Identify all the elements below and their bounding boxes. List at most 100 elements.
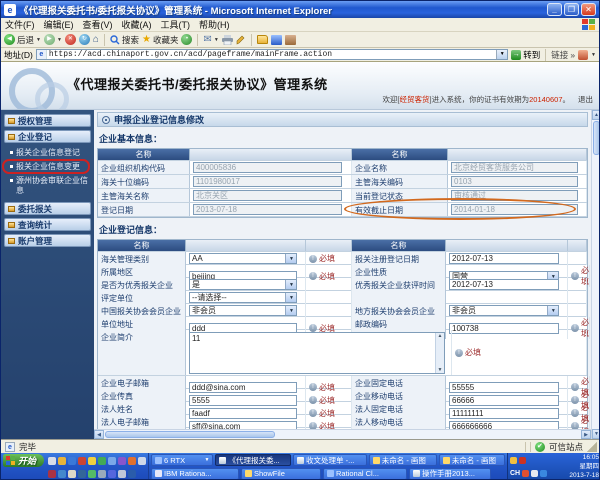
messenger-button[interactable]: [270, 34, 282, 45]
taskbar-button-rational-cl[interactable]: Rational Cl...: [323, 467, 408, 479]
master-customs-code-input[interactable]: [451, 176, 578, 187]
folders-button[interactable]: [256, 35, 268, 44]
links-label[interactable]: 链接»: [551, 49, 575, 61]
taskbar-button-paint1[interactable]: 未命名 - 画图: [368, 454, 437, 467]
taskbar-button-ibm-rational[interactable]: IBM Rationa...: [151, 467, 240, 479]
sidebar-item-authorization[interactable]: 授权管理: [4, 114, 91, 127]
start-button[interactable]: 开始: [3, 454, 45, 467]
quick-launch-icon[interactable]: [118, 469, 127, 478]
quick-launch-icon[interactable]: [98, 469, 107, 478]
quick-launch-icon[interactable]: [98, 456, 107, 465]
customs10-code-input[interactable]: [193, 176, 342, 187]
links-dropdown-icon[interactable]: ▼: [591, 52, 596, 58]
tray-icon[interactable]: [540, 470, 548, 477]
quick-launch-icon[interactable]: [58, 456, 67, 465]
assessor-select[interactable]: --请选择-- ▼: [189, 292, 298, 303]
excellent-broker-select[interactable]: 是 ▼: [189, 279, 298, 290]
scroll-right-icon[interactable]: ▶: [581, 430, 591, 439]
scroll-down-icon[interactable]: ▼: [592, 429, 599, 439]
sidebar-item-entrusted-declaration[interactable]: 委托报关: [4, 202, 91, 215]
taskbar-button-document[interactable]: 收文处理单 -...: [293, 454, 367, 467]
horizontal-scrollbar[interactable]: ◀ ▶: [94, 429, 591, 439]
mail-dropdown-icon[interactable]: ▼: [214, 37, 219, 43]
language-indicator[interactable]: CH: [510, 470, 520, 477]
sidebar-item-account-management[interactable]: 账户管理: [4, 234, 91, 247]
taskbar-button-paint2[interactable]: 未命名 - 画图: [438, 454, 505, 467]
stop-button[interactable]: ✕: [64, 34, 76, 45]
history-button[interactable]: •: [181, 34, 193, 45]
address-input[interactable]: [46, 50, 497, 59]
taskbar-button-declaration-system[interactable]: 《代理报关委...: [215, 454, 292, 467]
menu-edit[interactable]: 编辑(E): [44, 18, 74, 31]
scrollbar-thumb[interactable]: [105, 431, 275, 438]
sidebar-subitem-info-change[interactable]: 报关企业信息变更: [4, 160, 91, 174]
fullscreen-button[interactable]: [284, 34, 296, 45]
scroll-up-icon[interactable]: ▲: [592, 110, 599, 120]
taskbar-clock[interactable]: 16:05 星期四 2013-7-18: [559, 454, 599, 479]
logout-link[interactable]: 退出: [578, 95, 593, 104]
quick-launch-icon[interactable]: [118, 456, 127, 465]
china-assoc-member-select[interactable]: 非会员 ▼: [189, 305, 298, 316]
minimize-button[interactable]: _: [547, 3, 562, 16]
quick-launch-icon[interactable]: [108, 456, 117, 465]
menu-view[interactable]: 查看(V): [83, 18, 113, 31]
close-button[interactable]: ✕: [581, 3, 596, 16]
taskbar-button-rtx[interactable]: 6 RTX ▼: [151, 454, 214, 467]
search-button[interactable]: 搜索: [110, 34, 139, 46]
expiry-date-input[interactable]: [451, 204, 578, 215]
sidebar-subitem-info-register[interactable]: 报关企业信息登记: [4, 146, 91, 160]
menu-help[interactable]: 帮助(H): [199, 18, 230, 31]
profile-textarea[interactable]: 11 ▲ ▼: [189, 332, 445, 374]
address-dropdown-icon[interactable]: ▼: [496, 50, 508, 59]
quick-launch-icon[interactable]: [138, 456, 147, 465]
reg-date-input[interactable]: [193, 204, 342, 215]
home-button[interactable]: ⌂: [93, 34, 99, 45]
quick-launch-icon[interactable]: [68, 469, 77, 478]
quick-launch-icon[interactable]: [68, 456, 77, 465]
maximize-button[interactable]: ❐: [564, 3, 579, 16]
declare-reg-date-input[interactable]: [449, 253, 560, 264]
org-code-input[interactable]: [193, 162, 342, 173]
menu-favorites[interactable]: 收藏(A): [122, 18, 152, 31]
favorites-button[interactable]: ★ 收藏夹: [142, 34, 178, 46]
quick-launch-icon[interactable]: [108, 469, 117, 478]
edit-button[interactable]: [236, 35, 246, 45]
tray-icon[interactable]: [510, 457, 517, 464]
tray-icon[interactable]: [522, 470, 530, 477]
extension-icon[interactable]: [578, 49, 589, 60]
tray-icon[interactable]: [519, 457, 526, 464]
tray-icon[interactable]: [531, 470, 539, 477]
quick-launch-icon[interactable]: [78, 469, 87, 478]
excellent-time-input[interactable]: [449, 279, 560, 290]
vertical-scrollbar[interactable]: ▲ ▼: [591, 110, 599, 439]
sidebar-item-enterprise-registration[interactable]: 企业登记: [4, 130, 91, 143]
customs-category-select[interactable]: AA ▼: [189, 253, 298, 264]
sidebar-item-query-statistics[interactable]: 查询统计: [4, 218, 91, 231]
back-dropdown-icon[interactable]: ▼: [36, 37, 41, 43]
quick-launch-icon[interactable]: [48, 456, 57, 465]
forward-button[interactable]: ▶ ▼: [43, 34, 62, 45]
quick-launch-icon[interactable]: [48, 469, 57, 478]
master-customs-name-input[interactable]: [193, 190, 342, 201]
scroll-left-icon[interactable]: ◀: [94, 430, 104, 439]
go-button[interactable]: → 转到: [511, 49, 540, 61]
quick-launch-icon[interactable]: [88, 456, 97, 465]
quick-launch-icon[interactable]: [88, 469, 97, 478]
sidebar-subitem-assoc-review[interactable]: 源州协会审联企业信息: [4, 174, 91, 198]
taskbar-button-showfile[interactable]: ShowFile: [241, 467, 322, 479]
quick-launch-icon[interactable]: [78, 456, 87, 465]
taskbar-button-manual[interactable]: 操作手册2013...: [409, 467, 492, 479]
menu-file[interactable]: 文件(F): [5, 18, 35, 31]
mail-button[interactable]: ✉ ▼: [203, 34, 218, 45]
forward-dropdown-icon[interactable]: ▼: [57, 37, 62, 43]
resize-grip[interactable]: [587, 441, 597, 452]
back-button[interactable]: ◀ 后退 ▼: [4, 34, 41, 46]
textarea-scrollbar[interactable]: ▲ ▼: [435, 333, 444, 373]
company-name-input[interactable]: [451, 162, 578, 173]
local-assoc-member-select[interactable]: 非会员 ▼: [449, 305, 560, 316]
scrollbar-thumb[interactable]: [593, 121, 599, 155]
quick-launch-icon[interactable]: [128, 456, 137, 465]
quick-launch-icon[interactable]: [58, 469, 67, 478]
refresh-button[interactable]: ↻: [78, 34, 90, 45]
quick-launch-icon[interactable]: [128, 469, 137, 478]
